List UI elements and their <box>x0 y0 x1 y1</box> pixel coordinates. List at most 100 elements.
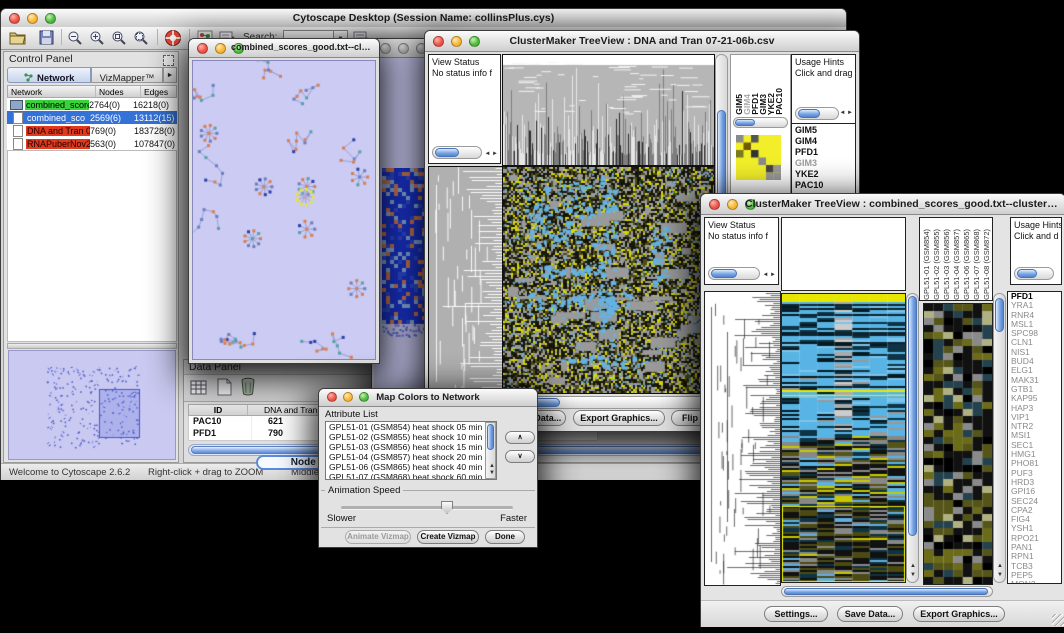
attribute-table-icon[interactable] <box>190 379 208 396</box>
settings-button[interactable]: Settings... <box>764 606 828 622</box>
main-titlebar[interactable]: Cytoscape Desktop (Session Name: collins… <box>1 9 846 28</box>
open-file-icon[interactable] <box>9 30 26 45</box>
zoom-selected-icon[interactable] <box>111 30 127 46</box>
bg-window-titlebar[interactable] <box>372 39 431 58</box>
new-attribute-icon[interactable] <box>216 378 232 396</box>
close-button[interactable] <box>709 199 720 210</box>
birdseye-canvas[interactable] <box>9 351 175 459</box>
gene-label[interactable]: YKE2 <box>792 169 855 180</box>
dialog-titlebar[interactable]: Map Colors to Network <box>319 389 537 407</box>
tab-network[interactable]: Network <box>7 67 91 83</box>
tv2-status-hscrollbar[interactable] <box>708 267 760 280</box>
bg-network-canvas-area[interactable] <box>374 58 429 435</box>
splitter-handle[interactable] <box>7 343 177 349</box>
tv1-heatmap[interactable] <box>502 166 715 394</box>
dense-cluster-canvas[interactable] <box>382 168 428 338</box>
scroll-up-arrow[interactable]: ▲ <box>994 563 1006 570</box>
network-canvas[interactable] <box>193 61 375 359</box>
scroll-arrows[interactable]: ◄ ► <box>839 110 853 116</box>
tv2-zoom-heatmap[interactable] <box>923 303 993 585</box>
zoom-in-icon[interactable] <box>89 30 105 46</box>
scroll-arrows[interactable]: ◄ ► <box>484 151 498 157</box>
tv2-hscrollbar[interactable] <box>781 586 993 597</box>
tv1-status-hscrollbar[interactable] <box>432 146 482 159</box>
scroll-down-arrow[interactable]: ▼ <box>994 572 1006 579</box>
gene-label[interactable]: GIM3 <box>792 158 855 169</box>
attribute-item[interactable]: GPL51-06 (GSM865) heat shock 40 min <box>326 462 496 472</box>
network-row[interactable]: combined_scores2764(0)16218(0) <box>7 98 177 111</box>
tv1-genes-hscrollbar[interactable] <box>795 107 839 120</box>
tv1-selected-cluster-matrix[interactable] <box>736 135 781 180</box>
help-lifering-icon[interactable] <box>164 29 182 47</box>
tv2-row-dendrogram[interactable] <box>704 291 781 586</box>
attribute-item[interactable]: GPL51-01 (GSM854) heat shock 05 min <box>326 422 496 432</box>
attribute-item[interactable]: GPL51-03 (GSM856) heat shock 15 min <box>326 442 496 452</box>
gene-label[interactable]: GIM4 <box>792 136 855 147</box>
tv1-row-dendrogram[interactable] <box>428 166 503 408</box>
network-row[interactable]: RNAPuberNov2+563(0)107847(0) <box>7 137 177 150</box>
col-header-id[interactable]: ID <box>189 405 248 415</box>
export-graphics-button[interactable]: Export Graphics... <box>573 410 665 426</box>
save-data-button[interactable]: Save Data... <box>837 606 903 622</box>
zoom-out-icon[interactable] <box>67 30 83 46</box>
gene-label[interactable]: GIM5 <box>792 125 855 136</box>
create-vizmap-button[interactable]: Create Vizmap <box>417 530 479 544</box>
treeview2-titlebar[interactable]: ClusterMaker TreeView : combined_scores_… <box>701 194 1064 215</box>
scroll-down-arrow[interactable]: ▼ <box>907 572 919 579</box>
network-row[interactable]: combined_sco2569(6)13112(15) <box>7 111 177 124</box>
tv1-labels-hscrollbar[interactable] <box>733 117 788 128</box>
done-button[interactable]: Done <box>485 530 525 544</box>
attribute-list-vscrollbar[interactable]: ▲ ▼ <box>485 422 496 479</box>
resize-grip[interactable] <box>1052 614 1064 626</box>
attribute-item[interactable]: GPL51-04 (GSM857) heat shock 20 min <box>326 452 496 462</box>
minimize-button[interactable] <box>27 13 38 24</box>
move-down-button[interactable]: ∨ <box>505 450 535 463</box>
scroll-arrows[interactable]: ◄ ► <box>762 272 776 278</box>
tv2-hints-hscrollbar[interactable] <box>1014 267 1054 280</box>
birdseye-view[interactable] <box>8 350 176 460</box>
zoom-fit-icon[interactable] <box>133 30 149 46</box>
close-button[interactable] <box>197 43 208 54</box>
minimize-button[interactable] <box>727 199 738 210</box>
close-button[interactable] <box>433 36 444 47</box>
tv1-column-dendrogram[interactable] <box>502 54 715 166</box>
attribute-item[interactable]: GPL51-02 (GSM855) heat shock 10 min <box>326 432 496 442</box>
scroll-up-arrow[interactable]: ▲ <box>486 463 497 470</box>
network-row[interactable]: DNA and Tran 07769(0)183728(0) <box>7 124 177 137</box>
gene-label[interactable]: PAC10 <box>792 180 855 191</box>
tv2-column-dendrogram-area[interactable] <box>781 217 906 291</box>
slider-thumb[interactable] <box>441 501 453 514</box>
save-session-icon[interactable] <box>39 30 54 45</box>
float-panel-icon[interactable] <box>163 55 174 66</box>
col-header-edges[interactable]: Edges <box>141 86 176 97</box>
network-canvas-area[interactable] <box>192 60 376 360</box>
minimize-button[interactable] <box>215 43 226 54</box>
minimize-button[interactable] <box>398 43 409 54</box>
animate-vizmap-button[interactable]: Animate Vizmap <box>345 530 411 544</box>
tv2-genelist-vscrollbar[interactable]: ▲ ▼ <box>993 293 1006 583</box>
scroll-up-arrow[interactable]: ▲ <box>907 563 919 570</box>
col-header-nodes[interactable]: Nodes <box>96 86 141 97</box>
tab-vizmapper[interactable]: VizMapper™ <box>91 67 163 83</box>
gene-label[interactable]: MON2 <box>1008 580 1061 584</box>
export-graphics-button[interactable]: Export Graphics... <box>913 606 1005 622</box>
col-header-network[interactable]: Network <box>8 86 96 97</box>
close-button[interactable] <box>9 13 20 24</box>
gene-label[interactable]: PFD1 <box>792 147 855 158</box>
close-button[interactable] <box>380 43 391 54</box>
attribute-item[interactable]: GPL51-07 (GSM868) heat shock 60 min <box>326 472 496 480</box>
tv2-heatmap[interactable] <box>781 293 906 583</box>
close-button[interactable] <box>327 392 337 402</box>
column-label[interactable]: PAC10 <box>775 88 783 115</box>
scroll-down-arrow[interactable]: ▼ <box>486 470 497 477</box>
animation-speed-slider[interactable] <box>341 506 513 510</box>
tv2-heatmap-vscrollbar[interactable]: ▲ ▼ <box>906 293 919 583</box>
tab-overflow-button[interactable]: ► <box>163 67 177 83</box>
minimize-button[interactable] <box>343 392 353 402</box>
delete-attribute-icon[interactable] <box>240 377 256 396</box>
network-view-titlebar[interactable]: combined_scores_good.txt--cluste... <box>189 39 379 58</box>
treeview1-titlebar[interactable]: ClusterMaker TreeView : DNA and Tran 07-… <box>425 31 859 52</box>
network-list-empty-area[interactable] <box>7 150 177 342</box>
column-label[interactable]: GPL51-08 (GSM872) <box>983 229 993 300</box>
minimize-button[interactable] <box>451 36 462 47</box>
